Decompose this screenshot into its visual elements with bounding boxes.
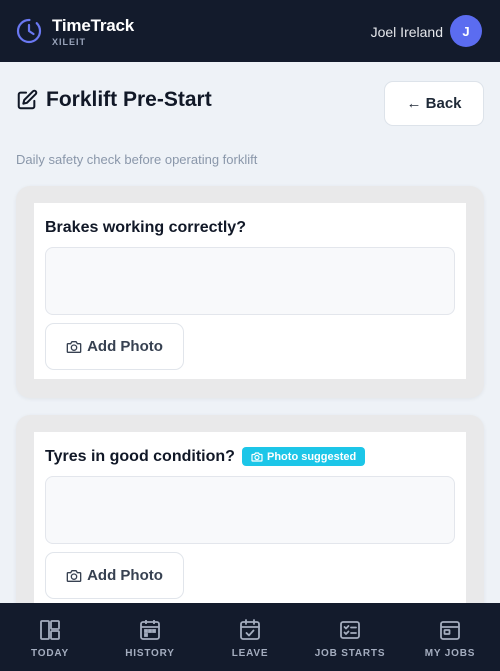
calendar-check-icon — [240, 619, 260, 640]
question-card-body: Brakes working correctly? Add Photo — [34, 203, 466, 379]
question-label: Brakes working correctly? — [45, 219, 246, 236]
camera-icon — [66, 340, 82, 353]
camera-icon — [66, 569, 82, 582]
app-name: TimeTrack — [52, 16, 134, 35]
company-name: XILEIT — [52, 37, 87, 47]
card-icon — [440, 621, 460, 640]
answer-field[interactable] — [45, 476, 455, 544]
camera-icon — [251, 451, 263, 462]
nav-label: HISTORY — [125, 648, 175, 659]
badge-label: Photo suggested — [267, 450, 357, 463]
add-photo-label: Add Photo — [87, 338, 163, 355]
nav-item-my-jobs[interactable]: MY JOBS — [400, 603, 500, 671]
checklist-icon — [340, 621, 360, 639]
question-label: Tyres in good condition? — [45, 448, 235, 465]
edit-icon — [17, 89, 38, 110]
question-card: Tyres in good condition? Photo suggested… — [16, 415, 484, 625]
nav-item-leave[interactable]: LEAVE — [200, 603, 300, 671]
nav-label: MY JOBS — [424, 648, 476, 659]
nav-item-today[interactable]: TODAY — [0, 603, 100, 671]
calendar-icon — [140, 620, 160, 640]
back-button[interactable]: ← Back — [384, 81, 484, 126]
nav-item-history[interactable]: HISTORY — [100, 603, 200, 671]
top-bar: TimeTrack XILEIT Joel Ireland J — [0, 0, 500, 62]
nav-label: JOB STARTS — [314, 648, 386, 659]
question-card-body: Tyres in good condition? Photo suggested… — [34, 432, 466, 608]
page-subtitle: Daily safety check before operating fork… — [16, 152, 258, 167]
add-photo-label: Add Photo — [87, 567, 163, 584]
add-photo-button[interactable]: Add Photo — [45, 552, 184, 599]
avatar[interactable]: J — [450, 15, 482, 47]
photo-suggested-badge: Photo suggested — [242, 447, 366, 466]
nav-label: TODAY — [31, 648, 69, 659]
bottom-nav: TODAY HISTORY LEAVE JOB STARTS MY JOBS — [0, 603, 500, 671]
user-name: Joel Ireland — [370, 24, 443, 40]
nav-item-job-starts[interactable]: JOB STARTS — [300, 603, 400, 671]
nav-label: LEAVE — [231, 648, 269, 659]
layout-icon — [40, 620, 60, 640]
answer-field[interactable] — [45, 247, 455, 315]
question-card: Brakes working correctly? Add Photo — [16, 186, 484, 398]
add-photo-button[interactable]: Add Photo — [45, 323, 184, 370]
clock-logo-icon — [16, 18, 42, 44]
page-title: Forklift Pre-Start — [46, 88, 212, 111]
